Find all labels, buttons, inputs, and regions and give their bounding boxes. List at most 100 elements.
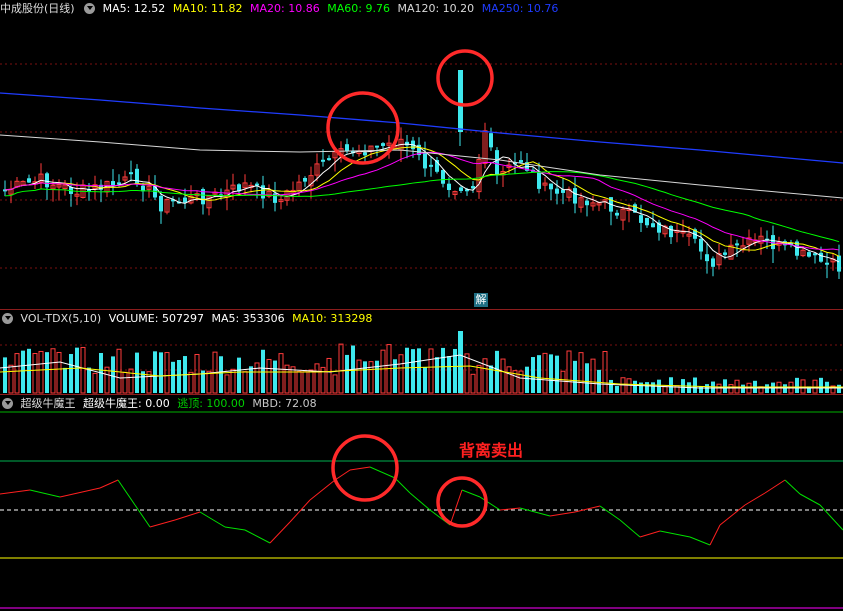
candle-body [375, 145, 379, 148]
candle-body [573, 188, 577, 204]
volume-bar [531, 357, 535, 393]
volume-bar [783, 384, 787, 393]
volume-bar [63, 367, 67, 393]
candle-body [735, 243, 739, 246]
volume-bar [69, 353, 73, 393]
volume-spike [458, 331, 463, 393]
highlight-circle [436, 49, 494, 107]
volume-bar [356, 359, 362, 394]
indicator-line-segment [224, 526, 246, 531]
volume-bar [338, 343, 344, 394]
volume-bar [800, 379, 806, 394]
volume-bar [555, 355, 559, 393]
volume-bar [290, 366, 296, 394]
indicator-line-segment [289, 499, 311, 523]
indicator-line-segment [269, 521, 291, 544]
volume-bar [273, 360, 277, 393]
candle-body [183, 197, 187, 203]
volume-bar [506, 366, 512, 394]
volume-bar [542, 352, 548, 394]
candle-body [645, 217, 649, 226]
highlight-circle [436, 476, 488, 528]
volume-bar [116, 348, 122, 394]
candle-body [519, 160, 523, 163]
volume-bar [525, 366, 529, 393]
volume-bar [363, 361, 367, 393]
volume-bar [741, 384, 745, 393]
volume-bar [224, 374, 230, 394]
volume-bar [693, 377, 697, 393]
volume-bar [578, 352, 584, 394]
volume-bar [237, 357, 241, 393]
volume-bar [75, 347, 79, 393]
volume-bar [633, 380, 637, 393]
candle-body [27, 178, 31, 183]
volume-bar [92, 372, 98, 394]
volume-bar [590, 358, 596, 394]
volume-bar [615, 386, 619, 393]
candle-body [615, 212, 619, 216]
ma10-line [4, 146, 840, 257]
volume-bar [188, 371, 194, 394]
volume-bar [428, 348, 434, 394]
volume-bar [261, 349, 265, 393]
indicator-line-segment [449, 489, 463, 526]
candle-body [303, 177, 307, 182]
indicator-line-segment [461, 489, 481, 498]
kline-chart[interactable] [0, 0, 843, 611]
indicator-line-segment [59, 487, 101, 498]
indicator-line-segment [0, 489, 31, 495]
candle-body [807, 252, 811, 257]
indicator-line-segment [117, 479, 136, 506]
candle-body [363, 152, 367, 156]
volume-bar [242, 371, 248, 394]
volume-bar [21, 350, 25, 393]
candle-body [327, 158, 331, 161]
volume-bar [56, 351, 62, 394]
candle-body [699, 238, 703, 252]
volume-bar [87, 367, 91, 393]
volume-bar [705, 384, 709, 393]
spike-candle [458, 70, 463, 132]
volume-bar [8, 364, 14, 394]
volume-bar [405, 347, 409, 393]
indicator-line-segment [244, 529, 271, 544]
volume-bar [464, 353, 470, 394]
volume-bar [32, 353, 38, 394]
indicator-line-segment [659, 530, 691, 538]
candle-body [537, 171, 541, 189]
candle-body [819, 252, 823, 262]
volume-bar [171, 361, 175, 393]
indicator-line-segment [784, 479, 801, 495]
indicator-line-segment [99, 479, 119, 489]
volume-bar [135, 352, 139, 393]
indicator-line-segment [394, 477, 411, 494]
volume-bar [447, 356, 451, 393]
candle-body [423, 153, 427, 169]
indicator-line-segment [334, 469, 351, 481]
candle-body [45, 173, 49, 188]
volume-bar [308, 369, 314, 394]
volume-bar [332, 374, 338, 394]
volume-bar [296, 371, 302, 394]
volume-ma5-line [0, 354, 843, 389]
volume-bar [795, 377, 799, 393]
candle-body [345, 144, 349, 152]
volume-bar [3, 357, 7, 393]
candle-body [771, 235, 775, 250]
indicator-line-segment [719, 504, 746, 526]
candle-body [441, 170, 445, 184]
indicator-line-segment [199, 511, 226, 528]
candle-body [669, 225, 673, 238]
volume-bar [500, 358, 506, 394]
volume-bar [164, 352, 170, 394]
volume-bar [662, 386, 668, 394]
volume-bar [441, 347, 445, 393]
volume-bar [45, 352, 49, 393]
volume-bar [50, 348, 56, 394]
volume-bar [368, 361, 374, 394]
indicator-line-segment [619, 519, 641, 538]
candle-body [705, 254, 709, 262]
volume-bar [177, 360, 181, 393]
volume-bar [278, 353, 284, 394]
